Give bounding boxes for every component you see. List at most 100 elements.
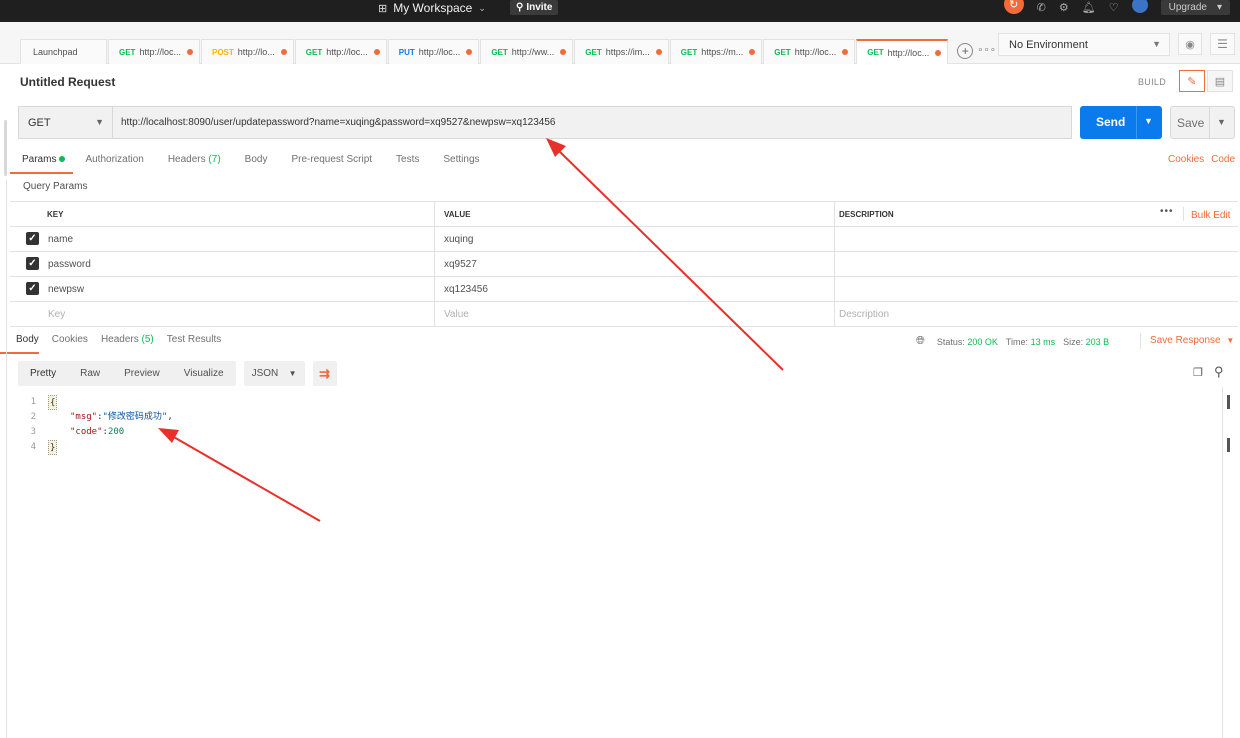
code-line: 2 "msg": "修改密码成功", bbox=[18, 410, 173, 425]
new-value-input[interactable]: Value bbox=[444, 309, 469, 320]
tab-response-cookies[interactable]: Cookies bbox=[52, 332, 88, 354]
request-tabs: Launchpad GET http://loc... POST http://lo..… bbox=[20, 39, 996, 64]
request-tab[interactable]: GET http://loc... bbox=[108, 39, 200, 64]
invite-button[interactable]: ⚲ Invite bbox=[510, 0, 559, 15]
view-visualize[interactable]: Visualize bbox=[172, 368, 236, 379]
chevron-down-icon[interactable]: ▼ bbox=[1217, 117, 1226, 127]
doc-icon[interactable]: ▤ bbox=[1207, 70, 1233, 92]
size-key: Size: bbox=[1063, 336, 1084, 347]
save-response-button[interactable]: Save Response ▼ bbox=[1140, 333, 1234, 349]
param-value[interactable]: xq9527 bbox=[444, 259, 477, 270]
chevron-down-icon[interactable]: ▼ bbox=[1144, 116, 1153, 126]
response-scrollbar-track[interactable] bbox=[1222, 387, 1223, 738]
search-icon[interactable]: ⚲ bbox=[1214, 364, 1224, 380]
tab-params[interactable]: Params bbox=[10, 152, 74, 174]
environment-select[interactable]: No Environment ▼ bbox=[998, 33, 1170, 56]
more-options-icon[interactable]: ••• bbox=[1160, 206, 1174, 217]
tab-response-headers[interactable]: Headers (5) bbox=[101, 332, 154, 354]
request-tab[interactable]: GET https://m... bbox=[669, 39, 763, 64]
request-tab[interactable]: POST http://lo... bbox=[200, 39, 294, 64]
response-headers-count: (5) bbox=[141, 334, 154, 345]
view-preview[interactable]: Preview bbox=[112, 368, 172, 379]
cookies-link[interactable]: Cookies bbox=[1168, 154, 1204, 165]
tab-test-results[interactable]: Test Results bbox=[167, 332, 221, 354]
format-select[interactable]: JSON ▼ bbox=[243, 361, 305, 386]
avatar-icon[interactable] bbox=[1131, 0, 1148, 13]
chevron-down-icon: ▼ bbox=[95, 117, 104, 127]
settings-gear-icon[interactable]: ⚙ bbox=[1059, 1, 1069, 14]
copy-icon[interactable]: ❐ bbox=[1193, 366, 1203, 379]
tab-label: http://loc... bbox=[139, 47, 181, 57]
unsaved-dot-icon bbox=[280, 49, 287, 55]
eye-icon[interactable]: ◉ bbox=[1178, 33, 1202, 55]
wrap-lines-icon[interactable]: ⇉ bbox=[312, 361, 337, 386]
edit-pencil-icon[interactable]: ✎ bbox=[1179, 70, 1205, 92]
tab-headers-label: Headers bbox=[167, 154, 206, 165]
tab-method: GET bbox=[774, 47, 791, 57]
bulk-edit-link[interactable]: Bulk Edit bbox=[1191, 210, 1230, 221]
response-body-code[interactable]: 1 { 2 "msg": "修改密码成功", 3 "code": 200 4 } bbox=[18, 395, 173, 455]
save-divider bbox=[1209, 107, 1210, 138]
send-button[interactable]: Send ▼ bbox=[1080, 106, 1162, 139]
tab-response-body-label: Body bbox=[16, 334, 39, 345]
param-key[interactable]: name bbox=[48, 234, 73, 245]
workspace-switcher[interactable]: ⊞ My Workspace ⌄ bbox=[378, 0, 486, 16]
request-tab[interactable]: PUT http://loc... bbox=[387, 39, 480, 64]
param-checkbox[interactable]: ✓ bbox=[26, 257, 39, 270]
tab-prerequest-script[interactable]: Pre-request Script bbox=[291, 152, 372, 174]
left-scrollbar[interactable] bbox=[4, 120, 7, 176]
save-button[interactable]: Save ▼ bbox=[1170, 106, 1235, 139]
bell-icon[interactable]: 🔔︎ bbox=[1082, 1, 1096, 14]
tab-method: GET bbox=[491, 47, 508, 57]
tab-tests[interactable]: Tests bbox=[396, 152, 419, 174]
tab-method: GET bbox=[119, 47, 136, 57]
tab-label: https://im... bbox=[605, 47, 650, 57]
col-value: VALUE bbox=[444, 210, 471, 219]
globe-icon[interactable]: 🌐︎ bbox=[916, 335, 925, 348]
more-tabs-icon[interactable]: ∘∘∘ bbox=[977, 45, 996, 64]
tab-label: http://loc... bbox=[326, 47, 368, 57]
tab-method: GET bbox=[585, 47, 602, 57]
new-tab-plus-icon[interactable]: + bbox=[957, 43, 974, 59]
tab-authorization[interactable]: Authorization bbox=[85, 152, 143, 174]
request-tab[interactable]: GET http://loc... bbox=[294, 39, 387, 64]
request-tab[interactable]: GET http://loc... bbox=[856, 39, 949, 64]
view-pretty[interactable]: Pretty bbox=[18, 368, 68, 379]
param-key[interactable]: newpsw bbox=[48, 284, 84, 295]
upgrade-button[interactable]: Upgrade ▾ bbox=[1160, 0, 1230, 15]
top-bar-actions: ↻ ✆ ⚙ 🔔︎ ♡ Upgrade ▾ bbox=[1003, 0, 1230, 15]
code-link[interactable]: Code bbox=[1211, 154, 1235, 165]
tab-settings[interactable]: Settings bbox=[443, 152, 479, 174]
code-brace: { bbox=[48, 395, 58, 410]
param-value[interactable]: xq123456 bbox=[444, 284, 488, 295]
col-divider bbox=[834, 252, 835, 277]
unsaved-dot-icon bbox=[655, 49, 662, 55]
sync-icon[interactable]: ↻ bbox=[1003, 0, 1024, 14]
tab-launchpad[interactable]: Launchpad bbox=[20, 39, 107, 64]
code-brace: } bbox=[48, 440, 58, 455]
line-number: 1 bbox=[30, 397, 36, 407]
request-tab[interactable]: GET https://im... bbox=[574, 39, 669, 64]
request-tab[interactable]: GET http://loc... bbox=[763, 39, 856, 64]
param-value[interactable]: xuqing bbox=[444, 234, 473, 245]
tab-headers[interactable]: Headers (7) bbox=[168, 152, 221, 174]
param-checkbox[interactable]: ✓ bbox=[26, 232, 39, 245]
param-key[interactable]: password bbox=[48, 259, 91, 270]
environment-label: No Environment bbox=[1009, 39, 1088, 51]
param-checkbox[interactable]: ✓ bbox=[26, 282, 39, 295]
new-description-input[interactable]: Description bbox=[839, 309, 889, 320]
env-settings-icon[interactable]: ☰ bbox=[1210, 33, 1235, 55]
satellite-icon[interactable]: ✆ bbox=[1037, 1, 1046, 14]
code-line: 1 { bbox=[18, 395, 173, 410]
save-response-label: Save Response bbox=[1150, 335, 1221, 346]
request-tab[interactable]: GET http://ww... bbox=[480, 39, 574, 64]
tab-body[interactable]: Body bbox=[245, 152, 268, 174]
heart-icon[interactable]: ♡ bbox=[1109, 1, 1119, 14]
method-select[interactable]: GET ▼ bbox=[19, 107, 113, 138]
url-input[interactable]: http://localhost:8090/user/updatepasswor… bbox=[121, 117, 555, 128]
new-key-input[interactable]: Key bbox=[48, 309, 65, 320]
query-params-title: Query Params bbox=[23, 181, 88, 192]
view-raw[interactable]: Raw bbox=[68, 368, 112, 379]
request-title[interactable]: Untitled Request bbox=[20, 75, 115, 89]
